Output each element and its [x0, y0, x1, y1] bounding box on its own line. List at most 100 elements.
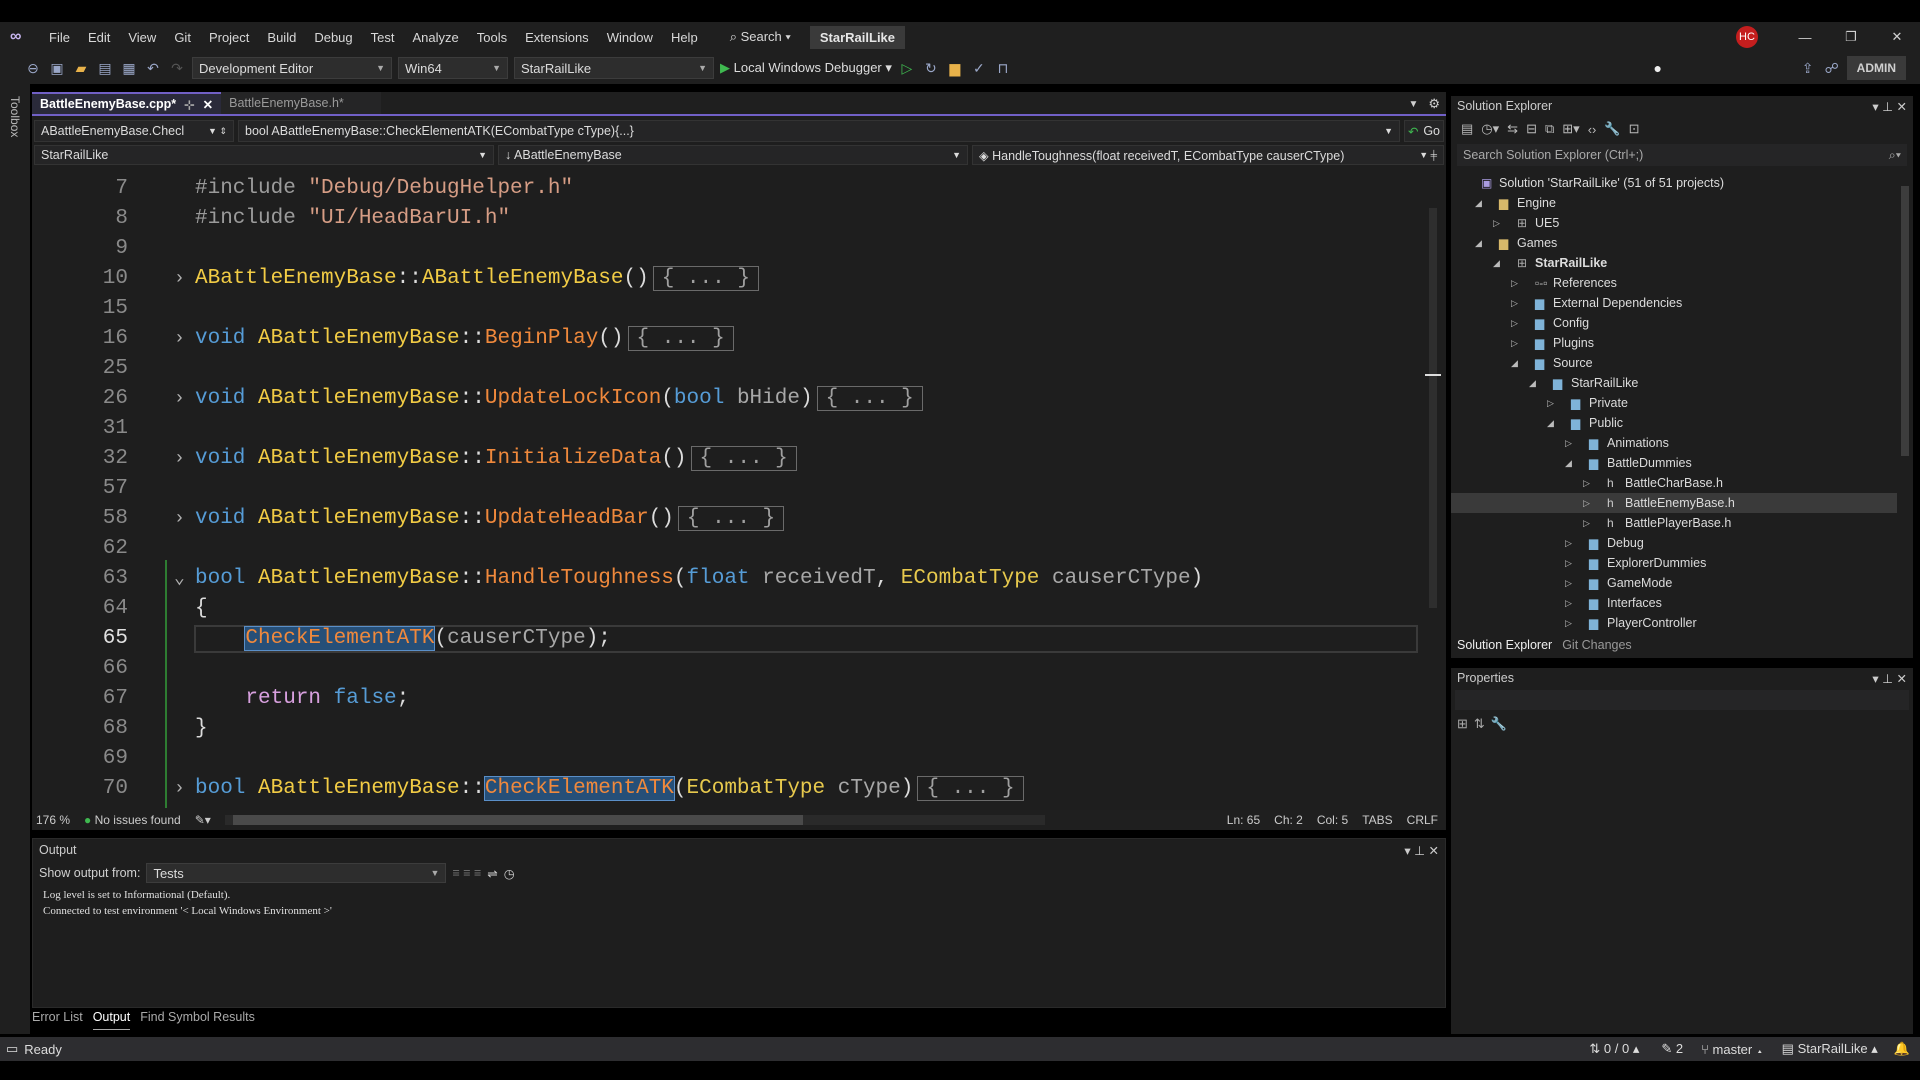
clear-all-icon[interactable]: ≡ ≡ ≡	[452, 866, 481, 880]
go-button[interactable]: ↶ Go	[1404, 120, 1444, 142]
collapsed-region-button[interactable]: { ... }	[690, 446, 797, 471]
editor-vertical-scrollbar[interactable]	[1424, 168, 1444, 808]
code-line[interactable]: 31	[34, 414, 1424, 444]
timestamp-icon[interactable]: ◷	[504, 866, 515, 881]
expand-chevron-icon[interactable]: ›	[174, 264, 185, 294]
menu-edit[interactable]: Edit	[79, 30, 119, 45]
menu-test[interactable]: Test	[362, 30, 404, 45]
collapse-arrow-icon[interactable]: ◢	[1475, 233, 1482, 253]
expand-chevron-icon[interactable]: ›	[174, 504, 185, 534]
tab-overflow-icon[interactable]: ▼	[1404, 95, 1422, 114]
expand-chevron-icon[interactable]: ›	[174, 774, 185, 804]
code-line[interactable]: 26 › void ABattleEnemyBase::UpdateLockIcon…	[34, 384, 1424, 414]
spell-check-icon[interactable]: ✓	[970, 60, 988, 77]
collapsed-region-button[interactable]: { ... }	[677, 506, 785, 531]
pending-changes-icon[interactable]: ◷▾	[1481, 121, 1499, 137]
code-line[interactable]: 25	[34, 354, 1424, 384]
property-pages-icon[interactable]: 🔧	[1491, 716, 1507, 732]
menu-help[interactable]: Help	[662, 30, 707, 45]
expand-arrow-icon[interactable]: ▷	[1583, 513, 1590, 533]
tab-find-symbol-results[interactable]: Find Symbol Results	[140, 1010, 255, 1030]
collapse-arrow-icon[interactable]: ◢	[1511, 353, 1518, 373]
collapsed-region-button[interactable]: { ... }	[627, 326, 734, 351]
code-line[interactable]: 7 #include "Debug/DebugHelper.h"	[34, 174, 1424, 204]
expand-chevron-icon[interactable]: ›	[174, 384, 185, 414]
panel-controls[interactable]: ▾ ⊥ ✕	[1404, 843, 1439, 858]
start-without-debugging-icon[interactable]: ▷	[898, 60, 916, 77]
properties-object-select[interactable]	[1455, 690, 1909, 710]
preview-icon[interactable]: ⊡	[1629, 121, 1640, 137]
expand-arrow-icon[interactable]: ▷	[1565, 613, 1572, 633]
tree-item[interactable]: ▷ ▆ PlayerController	[1451, 613, 1897, 633]
code-line[interactable]: 69	[34, 744, 1424, 774]
output-text[interactable]: Log level is set to Informational (Defau…	[43, 887, 332, 919]
tree-item[interactable]: ▷ ▆ ExplorerDummies	[1451, 553, 1897, 573]
tree-scrollbar[interactable]	[1901, 176, 1909, 636]
tree-item[interactable]: ◢ ⊞ StarRailLike	[1451, 253, 1897, 273]
menu-extensions[interactable]: Extensions	[516, 30, 598, 45]
code-line[interactable]: 65 CheckElementATK(causerCType);	[34, 624, 1424, 654]
tree-item[interactable]: ◢ ▆ Public	[1451, 413, 1897, 433]
collapse-arrow-icon[interactable]: ◢	[1547, 413, 1554, 433]
expand-arrow-icon[interactable]: ▷	[1511, 293, 1518, 313]
collapse-chevron-icon[interactable]: ⌄	[174, 564, 185, 594]
expand-arrow-icon[interactable]: ▷	[1511, 333, 1518, 353]
expand-arrow-icon[interactable]: ▷	[1583, 473, 1590, 493]
tree-item[interactable]: ▷ ▆ GameMode	[1451, 573, 1897, 593]
code-line[interactable]: 63 ⌄ bool ABattleEnemyBase::HandleToughnes…	[34, 564, 1424, 594]
expand-arrow-icon[interactable]: ▷	[1565, 553, 1572, 573]
editor-settings-icon[interactable]: ⚙	[1422, 94, 1446, 114]
code-line[interactable]: 68}	[34, 714, 1424, 744]
git-changes-status[interactable]: ⇅ 0 / 0 ▴	[1589, 1041, 1639, 1057]
minimize-button[interactable]: —	[1782, 30, 1828, 45]
zoom-level[interactable]: 176 %	[36, 813, 70, 827]
sync-icon[interactable]: ⇆	[1507, 121, 1518, 137]
tree-item[interactable]: ▷ h BattleCharBase.h	[1451, 473, 1897, 493]
tree-item[interactable]: ◢ ▆ Games	[1451, 233, 1897, 253]
browse-icon[interactable]: ▆	[946, 60, 964, 77]
code-line[interactable]: 58 › void ABattleEnemyBase::UpdateHeadBar(…	[34, 504, 1424, 534]
code-line[interactable]: 15	[34, 294, 1424, 324]
expand-arrow-icon[interactable]: ▷	[1565, 533, 1572, 553]
restore-button[interactable]: ❐	[1828, 29, 1874, 45]
function-select[interactable]: ◈ HandleToughness(float receivedT, EComb…	[972, 145, 1444, 165]
tree-item[interactable]: ▷ ▆ Config	[1451, 313, 1897, 333]
collapsed-region-button[interactable]: { ... }	[917, 776, 1024, 801]
editor-horizontal-scrollbar[interactable]	[224, 815, 1045, 825]
scope-select[interactable]: ABattleEnemyBase.Checl ▼ ⇕	[34, 120, 234, 142]
tree-item[interactable]: ▷ h BattlePlayerBase.h	[1451, 513, 1897, 533]
tree-item[interactable]: ▣ Solution 'StarRailLike' (51 of 51 proje…	[1451, 173, 1897, 193]
project-select[interactable]: StarRailLike ▼	[34, 145, 494, 165]
save-icon[interactable]: ▤	[96, 60, 114, 77]
panel-controls[interactable]: ▾ ⊥ ✕	[1872, 671, 1907, 686]
code-line[interactable]: 32 › void ABattleEnemyBase::InitializeData…	[34, 444, 1424, 474]
collapse-arrow-icon[interactable]: ◢	[1565, 453, 1572, 473]
code-line[interactable]: 62	[34, 534, 1424, 564]
collapsed-region-button[interactable]: { ... }	[652, 266, 759, 291]
close-window-button[interactable]: ✕	[1874, 29, 1920, 45]
user-avatar[interactable]: HC	[1736, 26, 1758, 48]
tree-item[interactable]: ◢ ▆ StarRailLike	[1451, 373, 1897, 393]
menu-tools[interactable]: Tools	[468, 30, 516, 45]
expand-chevron-icon[interactable]: ›	[174, 324, 185, 354]
expand-arrow-icon[interactable]: ▷	[1565, 433, 1572, 453]
menu-window[interactable]: Window	[598, 30, 662, 45]
tree-item[interactable]: ▷ ▆ External Dependencies	[1451, 293, 1897, 313]
issues-status[interactable]: ● No issues found	[84, 813, 181, 827]
toolbox-strip[interactable]: Toolbox	[0, 84, 30, 1034]
tab-output[interactable]: Output	[92, 1010, 131, 1030]
code-line[interactable]: 10 › ABattleEnemyBase::ABattleEnemyBase(){…	[34, 264, 1424, 294]
collapse-arrow-icon[interactable]: ◢	[1493, 253, 1500, 273]
alphabetical-icon[interactable]: ⇅	[1474, 716, 1485, 732]
tree-item[interactable]: ▷ ▆ Debug	[1451, 533, 1897, 553]
start-debugging-button[interactable]: ▶ Local Windows Debugger ▾	[720, 60, 892, 76]
show-all-files-icon[interactable]: ⧉	[1545, 121, 1554, 137]
code-line[interactable]: 9	[34, 234, 1424, 264]
class-select[interactable]: ↓ ABattleEnemyBase ▼	[498, 145, 968, 165]
tab-solution-explorer[interactable]: Solution Explorer	[1457, 638, 1552, 652]
expand-arrow-icon[interactable]: ▷	[1511, 273, 1518, 293]
menu-project[interactable]: Project	[200, 30, 258, 45]
platform-select[interactable]: Win64 ▼	[398, 57, 508, 79]
cleanup-icon[interactable]: ✎▾	[195, 813, 211, 827]
undo-icon[interactable]: ↶	[144, 60, 162, 77]
